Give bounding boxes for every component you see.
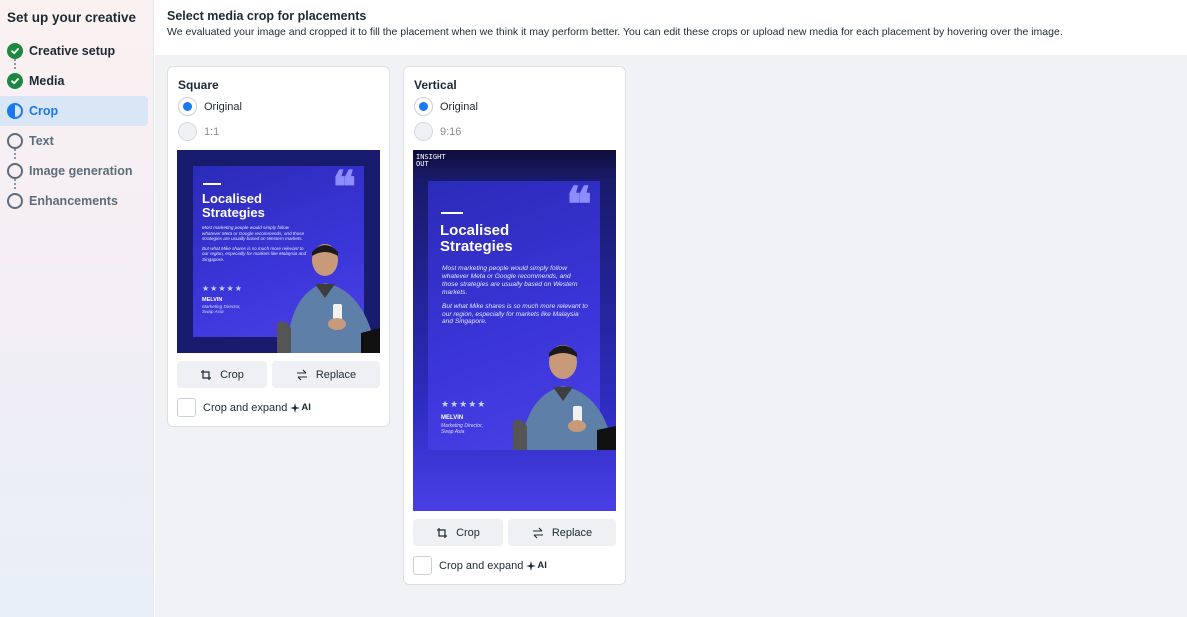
poster-body: Most marketing people would simply follo… — [442, 265, 588, 326]
check-circle-icon — [7, 73, 23, 89]
ai-badge: AI — [526, 560, 547, 571]
step-label: Image generation — [29, 164, 133, 178]
step-label: Text — [29, 134, 54, 148]
replace-button-label: Replace — [315, 368, 357, 381]
step-connector — [14, 149, 16, 159]
step-creative-setup[interactable]: Creative setup — [0, 36, 148, 66]
step-image-generation[interactable]: Image generation — [0, 149, 148, 186]
radio-button[interactable] — [178, 122, 197, 141]
quote-icon: ❝ — [332, 166, 356, 213]
crop-expand-checkbox[interactable] — [413, 556, 432, 575]
crop-expand-label: Crop and expand — [203, 401, 288, 414]
rating-stars: ★★★★★ — [202, 284, 243, 293]
radio-button[interactable] — [414, 97, 433, 116]
replace-button-label: Replace — [551, 526, 593, 539]
card-title: Vertical — [414, 78, 457, 92]
page-description: We evaluated your image and cropped it t… — [167, 26, 1063, 38]
radio-button[interactable] — [414, 122, 433, 141]
card-title: Square — [178, 78, 219, 92]
poster-headline: Localised Strategies — [202, 191, 265, 220]
rating-stars: ★★★★★ — [441, 399, 487, 409]
empty-circle-icon — [7, 163, 23, 179]
poster-role: Marketing Director, Swap Asia — [441, 423, 483, 435]
crop-button[interactable]: Crop — [413, 519, 503, 546]
placement-card-vertical: Vertical Original 9:16 INSIGHT OUT ❝ Loca… — [403, 66, 626, 585]
sparkle-icon — [526, 560, 537, 571]
step-list: Creative setup Media Crop Text Image gen… — [0, 36, 154, 216]
crop-button-label: Crop — [220, 368, 244, 381]
brand-logo: INSIGHT OUT — [416, 153, 446, 168]
option-label: 9:16 — [440, 125, 462, 138]
swap-icon — [296, 369, 307, 380]
crop-icon — [201, 369, 212, 380]
page-title: Select media crop for placements — [167, 9, 367, 23]
step-label: Enhancements — [29, 194, 118, 208]
person-photo — [277, 244, 380, 353]
half-circle-icon — [7, 103, 23, 119]
step-connector — [14, 59, 16, 69]
media-preview[interactable]: ❝ Localised Strategies Most marketing peo… — [177, 150, 380, 353]
radio-button[interactable] — [178, 97, 197, 116]
replace-button[interactable]: Replace — [272, 361, 380, 388]
crop-button-label: Crop — [456, 526, 480, 539]
poster-dash — [203, 183, 221, 185]
step-media[interactable]: Media — [0, 59, 148, 96]
crop-expand-option[interactable]: Crop and expand AI — [413, 556, 547, 575]
crop-expand-checkbox[interactable] — [177, 398, 196, 417]
person-photo — [513, 345, 616, 450]
empty-circle-icon — [7, 193, 23, 209]
step-label: Crop — [29, 104, 59, 118]
sidebar-title: Set up your creative — [7, 10, 137, 25]
option-original[interactable]: Original — [178, 97, 242, 116]
main-header: Select media crop for placements We eval… — [155, 0, 1187, 55]
poster-headline: Localised Strategies — [440, 222, 513, 255]
check-circle-icon — [7, 43, 23, 59]
step-text[interactable]: Text — [0, 126, 148, 156]
replace-button[interactable]: Replace — [508, 519, 616, 546]
media-preview[interactable]: INSIGHT OUT ❝ Localised Strategies Most ma… — [413, 150, 616, 511]
ai-badge: AI — [290, 402, 311, 413]
crop-icon — [437, 527, 448, 538]
sparkle-icon — [290, 402, 301, 413]
step-crop[interactable]: Crop — [0, 96, 148, 126]
poster-name: MELVIN — [441, 415, 464, 421]
swap-icon — [532, 527, 543, 538]
option-label: Original — [440, 100, 478, 113]
option-9-16[interactable]: 9:16 — [414, 122, 461, 141]
step-connector — [14, 179, 16, 189]
poster-role: Marketing Director, Swap Asia — [202, 304, 241, 315]
crop-button[interactable]: Crop — [177, 361, 267, 388]
empty-circle-icon — [7, 133, 23, 149]
crop-expand-label: Crop and expand — [439, 559, 524, 572]
poster-dash — [441, 212, 463, 214]
placement-card-square: Square Original 1:1 ❝ Localised Strategie… — [167, 66, 390, 427]
step-label: Media — [29, 74, 65, 88]
quote-icon: ❝ — [566, 181, 592, 233]
crop-expand-option[interactable]: Crop and expand AI — [177, 398, 311, 417]
step-enhancements[interactable]: Enhancements — [0, 179, 148, 216]
sidebar: Set up your creative Creative setup Medi… — [0, 0, 154, 617]
option-original[interactable]: Original — [414, 97, 478, 116]
option-label: Original — [204, 100, 242, 113]
step-label: Creative setup — [29, 44, 116, 58]
main-panel: Select media crop for placements We eval… — [155, 0, 1187, 617]
option-label: 1:1 — [204, 125, 220, 138]
option-1-1[interactable]: 1:1 — [178, 122, 219, 141]
poster-name: MELVIN — [202, 297, 223, 303]
